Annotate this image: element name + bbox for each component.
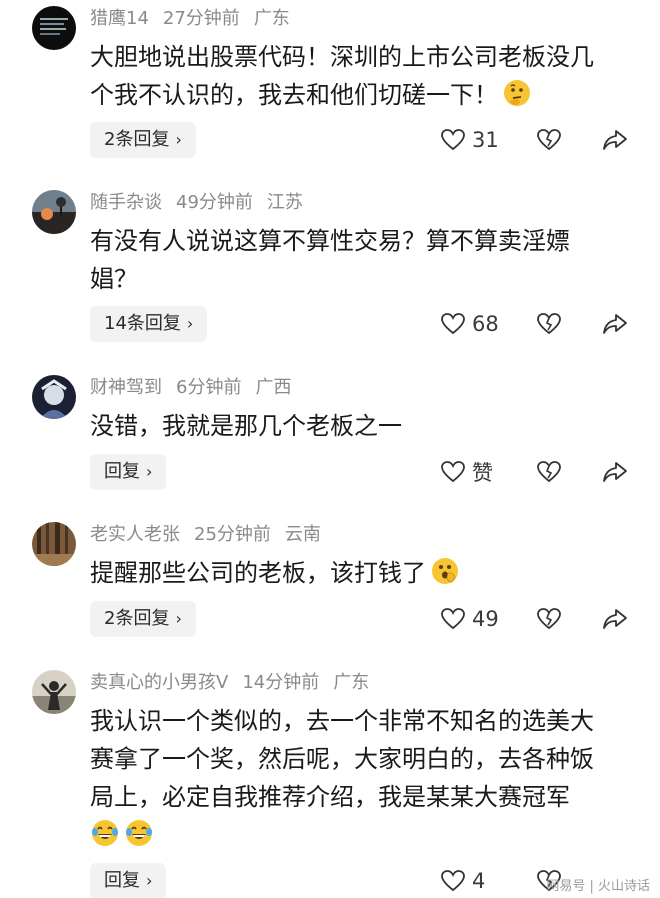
avatar[interactable] (32, 522, 76, 566)
comment-meta: 随手杂谈 49分钟前 江苏 (90, 190, 317, 216)
tears-of-joy-face-emoji (124, 818, 154, 848)
avatar[interactable] (32, 670, 76, 714)
location: 江苏 (266, 192, 303, 213)
chevron-right-icon: › (146, 871, 153, 890)
chevron-right-icon: › (175, 130, 182, 149)
reply-button[interactable]: 回复 › (90, 863, 167, 898)
like-count: 31 (472, 128, 499, 152)
like-count: 赞 (472, 461, 493, 485)
reply-button[interactable]: 回复 › (90, 454, 167, 490)
hand-over-mouth-face-emoji (430, 556, 460, 586)
broken-heart-icon (537, 461, 561, 483)
username[interactable]: 随手杂谈 (90, 192, 162, 213)
username[interactable]: 猎鹰14 (90, 8, 149, 29)
like-button[interactable]: 31 (440, 122, 499, 158)
like-button[interactable]: 4 (440, 863, 485, 898)
like-count: 68 (472, 312, 499, 336)
timestamp: 25分钟前 (194, 524, 271, 545)
broken-heart-icon (537, 608, 561, 630)
thinking-face-emoji (502, 78, 532, 108)
avatar[interactable] (32, 375, 76, 419)
heart-outline-icon (441, 461, 465, 483)
tears-of-joy-face-emoji (90, 818, 120, 848)
share-button[interactable] (602, 601, 628, 637)
location: 广东 (253, 8, 290, 29)
comment-actions: 赞 (440, 454, 640, 490)
comment-text: 大胆地说出股票代码！深圳的上市公司老板没几 个我不认识的，我去和他们切磋一下！ (90, 38, 638, 114)
share-arrow-icon (603, 314, 627, 334)
share-button[interactable] (602, 454, 628, 490)
chevron-right-icon: › (186, 314, 194, 333)
location: 云南 (284, 524, 321, 545)
heart-outline-icon (441, 313, 465, 335)
like-button[interactable]: 49 (440, 601, 499, 637)
watermark: 网易号 | 火山诗话 (546, 879, 650, 894)
broken-heart-icon (537, 313, 561, 335)
comment-meta: 老实人老张 25分钟前 云南 (90, 522, 335, 548)
timestamp: 27分钟前 (162, 8, 240, 29)
share-arrow-icon (603, 130, 627, 150)
avatar[interactable] (32, 6, 76, 50)
avatar[interactable] (32, 190, 76, 234)
share-button[interactable] (602, 122, 628, 158)
timestamp: 6分钟前 (176, 377, 242, 398)
comment-text: 提醒那些公司的老板，该打钱了 (90, 554, 638, 592)
comment-line: 有没有人说说这算不算性交易？算不算卖淫嫖 (90, 227, 570, 255)
view-replies-button[interactable]: 2条回复 › (90, 122, 196, 158)
like-count: 49 (472, 607, 499, 631)
comment-line: 没错，我就是那几个老板之一 (90, 412, 402, 440)
comment-actions: 49 (440, 601, 640, 637)
share-button[interactable] (602, 306, 628, 342)
comment-line: 我认识一个类似的，去一个非常不知名的选美大 (90, 707, 594, 735)
heart-outline-icon (441, 870, 465, 892)
comment-line: 赛拿了一个奖，然后呢，大家明白的，去各种饭 (90, 745, 594, 773)
location: 广东 (333, 672, 370, 693)
like-button[interactable]: 68 (440, 306, 499, 342)
comment-line: 提醒那些公司的老板，该打钱了 (90, 554, 638, 592)
dislike-button[interactable] (536, 306, 562, 342)
share-arrow-icon (603, 609, 627, 629)
comment-meta: 卖真心的小男孩V 14分钟前 广东 (90, 670, 383, 696)
timestamp: 49分钟前 (176, 192, 253, 213)
comment-actions: 68 (440, 306, 640, 342)
dislike-button[interactable] (536, 601, 562, 637)
comment-line: 大胆地说出股票代码！深圳的上市公司老板没几 (90, 43, 594, 71)
view-replies-button[interactable]: 14条回复 › (90, 306, 208, 342)
username[interactable]: 卖真心的小男孩V (90, 672, 228, 693)
location: 广西 (255, 377, 292, 398)
dislike-button[interactable] (536, 454, 562, 490)
username[interactable]: 老实人老张 (90, 524, 180, 545)
timestamp: 14分钟前 (242, 672, 320, 693)
share-arrow-icon (603, 462, 627, 482)
comment-actions: 31 (440, 122, 640, 158)
like-count: 4 (472, 869, 486, 893)
dislike-button[interactable] (536, 122, 562, 158)
chevron-right-icon: › (146, 462, 153, 481)
comment-line: 局上，必定自我推荐介绍，我是某某大赛冠军 (90, 783, 570, 811)
chevron-right-icon: › (175, 609, 182, 628)
comment-text: 没错，我就是那几个老板之一 (90, 407, 638, 445)
broken-heart-icon (537, 129, 561, 151)
comment-line: 娼？ (90, 265, 138, 293)
comment-meta: 猎鹰14 27分钟前 广东 (90, 6, 304, 32)
heart-outline-icon (441, 129, 465, 151)
like-button[interactable]: 赞 (440, 454, 493, 490)
heart-outline-icon (441, 608, 465, 630)
comment-line: 个我不认识的，我去和他们切磋一下！ (90, 76, 638, 114)
username[interactable]: 财神驾到 (90, 377, 162, 398)
view-replies-button[interactable]: 2条回复 › (90, 601, 196, 637)
comment-meta: 财神驾到 6分钟前 广西 (90, 375, 305, 401)
comment-line (90, 816, 638, 854)
comment-text: 我认识一个类似的，去一个非常不知名的选美大 赛拿了一个奖，然后呢，大家明白的，去… (90, 702, 638, 854)
comment-text: 有没有人说说这算不算性交易？算不算卖淫嫖 娼？ (90, 222, 638, 298)
